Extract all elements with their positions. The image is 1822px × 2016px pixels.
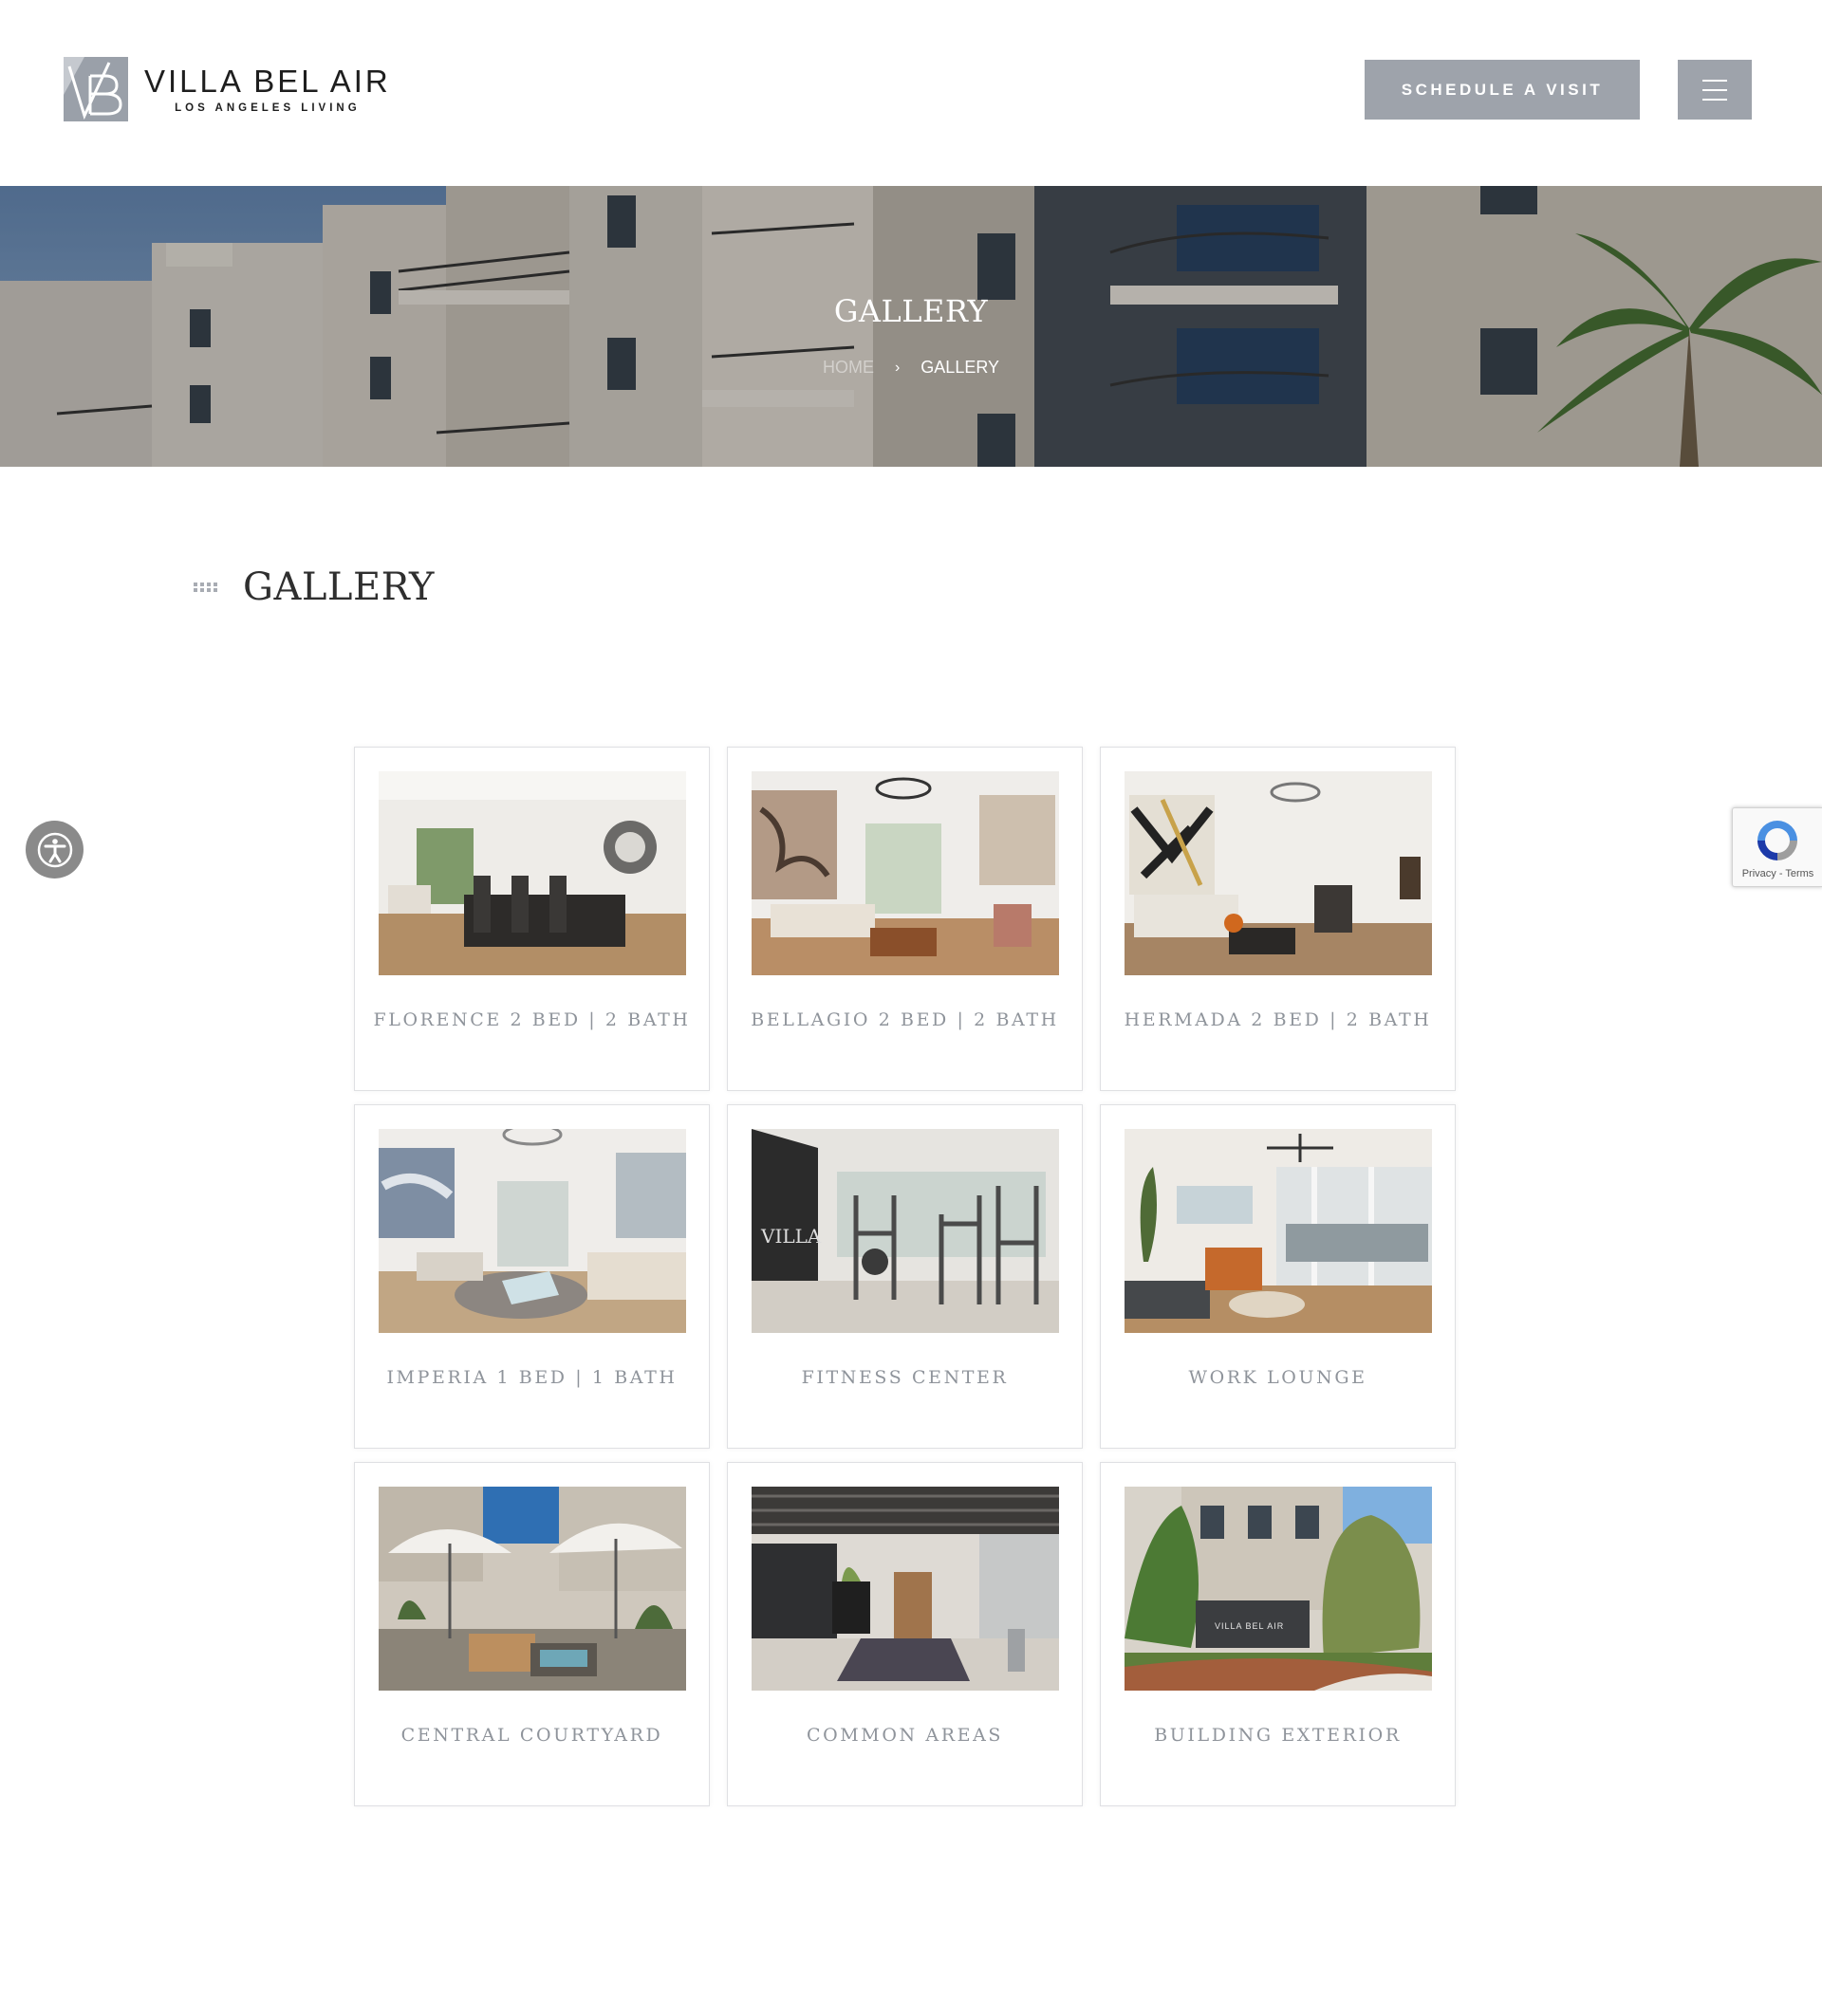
gallery-card-central-courtyard[interactable]: CENTRAL COURTYARD <box>354 1462 710 1806</box>
gallery-card-label: COMMON AREAS <box>806 1725 1004 1746</box>
gallery-card-building-exterior[interactable]: VILLA BEL AIR BUILDING EXTERIOR <box>1100 1462 1456 1806</box>
hero-title: GALLERY <box>833 293 989 329</box>
gallery-card-fitness-center[interactable]: VILLA FITNESS CENTER <box>727 1104 1083 1449</box>
hero-banner: GALLERY HOME › GALLERY <box>0 186 1822 467</box>
gallery-card-bellagio[interactable]: BELLAGIO 2 BED | 2 BATH <box>727 747 1083 1091</box>
gallery-card-label: HERMADA 2 BED | 2 BATH <box>1124 1009 1432 1030</box>
breadcrumb-home-link[interactable]: HOME <box>823 358 874 378</box>
gallery-thumbnail[interactable] <box>1125 771 1432 975</box>
gallery-card-imperia[interactable]: IMPERIA 1 BED | 1 BATH <box>354 1104 710 1449</box>
gallery-thumbnail[interactable]: VILLA <box>752 1129 1059 1333</box>
gallery-card-label: FLORENCE 2 BED | 2 BATH <box>373 1009 691 1030</box>
gallery-card-label: CENTRAL COURTYARD <box>400 1725 663 1746</box>
gallery-card-florence[interactable]: FLORENCE 2 BED | 2 BATH <box>354 747 710 1091</box>
recaptcha-icon <box>1757 821 1797 860</box>
svg-text:VILLA: VILLA <box>760 1225 822 1248</box>
gallery-card-label: BELLAGIO 2 BED | 2 BATH <box>751 1009 1059 1030</box>
gallery-card-label: IMPERIA 1 BED | 1 BATH <box>386 1367 678 1388</box>
accessibility-button[interactable] <box>26 821 84 879</box>
section-heading: GALLERY <box>194 565 435 609</box>
page-title: GALLERY <box>243 565 435 609</box>
recaptcha-privacy-terms[interactable]: Privacy - Terms <box>1733 868 1822 879</box>
logo[interactable]: VILLA BEL AIR LOS ANGELES LIVING <box>64 57 391 121</box>
gallery-thumbnail[interactable] <box>379 1129 686 1333</box>
dots-grid-icon <box>194 583 218 592</box>
gallery-thumbnail[interactable]: VILLA BEL AIR <box>1125 1487 1432 1691</box>
gallery-thumbnail[interactable] <box>1125 1129 1432 1333</box>
hamburger-icon <box>1702 79 1727 82</box>
logo-subtitle: LOS ANGELES LIVING <box>175 102 361 114</box>
gallery-thumbnail[interactable] <box>379 1487 686 1691</box>
gallery-card-label: WORK LOUNGE <box>1188 1367 1367 1388</box>
breadcrumb: HOME › GALLERY <box>0 358 1822 378</box>
gallery-card-work-lounge[interactable]: WORK LOUNGE <box>1100 1104 1456 1449</box>
gallery-thumbnail[interactable] <box>752 771 1059 975</box>
svg-text:VILLA BEL AIR: VILLA BEL AIR <box>1215 1621 1284 1631</box>
gallery-card-hermada[interactable]: HERMADA 2 BED | 2 BATH <box>1100 747 1456 1091</box>
gallery-grid: FLORENCE 2 BED | 2 BATH BELLAGIO 2 BED |… <box>354 747 1456 1806</box>
gallery-thumbnail[interactable] <box>752 1487 1059 1691</box>
gallery-thumbnail[interactable] <box>379 771 686 975</box>
chevron-right-icon: › <box>894 359 901 376</box>
breadcrumb-current: GALLERY <box>920 358 1000 377</box>
gallery-card-common-areas[interactable]: COMMON AREAS <box>727 1462 1083 1806</box>
schedule-visit-button[interactable]: SCHEDULE A VISIT <box>1365 60 1640 120</box>
gallery-card-label: BUILDING EXTERIOR <box>1154 1725 1402 1746</box>
accessibility-icon <box>37 832 72 867</box>
menu-button[interactable] <box>1678 60 1752 120</box>
site-header: VILLA BEL AIR LOS ANGELES LIVING SCHEDUL… <box>0 0 1822 186</box>
gallery-card-label: FITNESS CENTER <box>801 1367 1009 1388</box>
logo-mark-icon <box>64 57 128 121</box>
logo-title: VILLA BEL AIR <box>144 64 391 99</box>
recaptcha-badge[interactable]: Privacy - Terms <box>1732 807 1822 887</box>
